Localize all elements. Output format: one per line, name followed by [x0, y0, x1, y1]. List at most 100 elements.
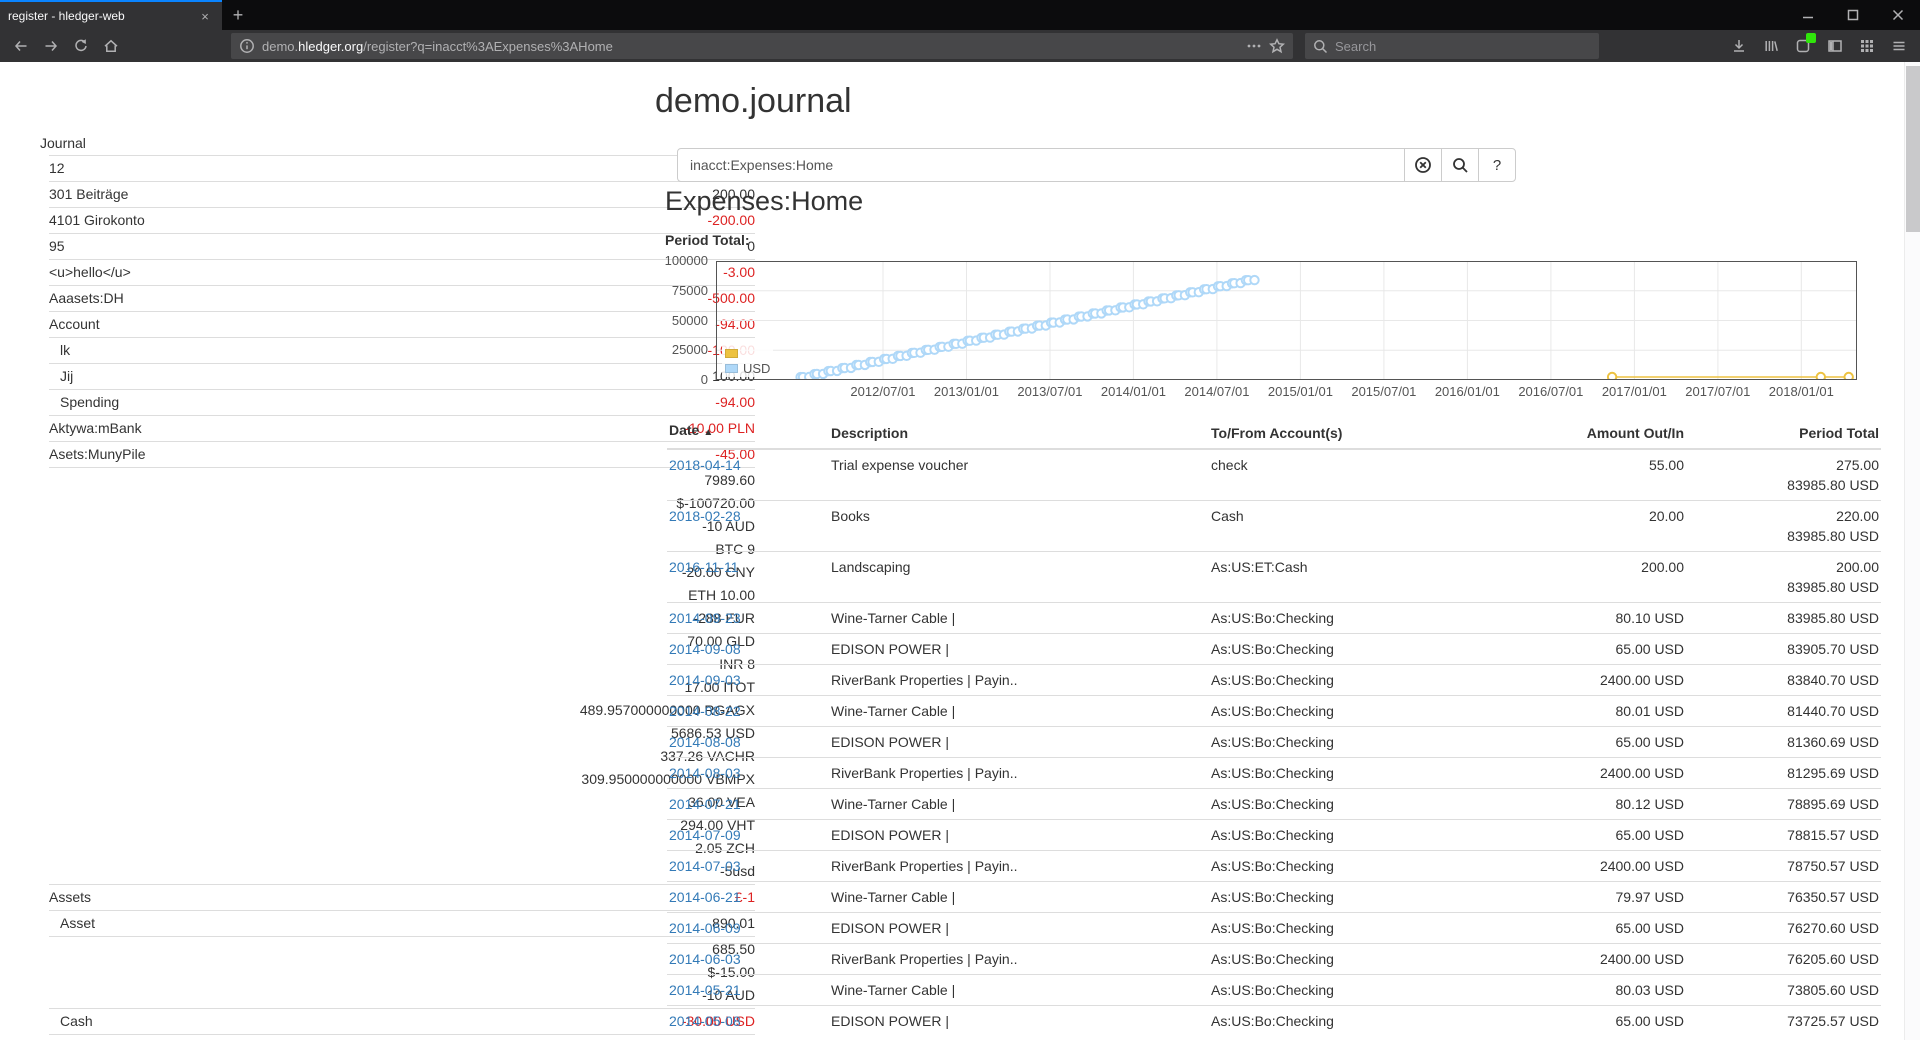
sidebar-toggle-icon[interactable]	[1821, 32, 1848, 60]
sidebar-account-link[interactable]: Assets	[49, 886, 91, 909]
account-cell: As:US:Bo:Checking	[1209, 882, 1499, 913]
column-header-date[interactable]: Date▲	[667, 415, 829, 449]
chart-x-tick: 2018/01/01	[1761, 384, 1841, 400]
page-scrollbar[interactable]	[1904, 62, 1920, 1040]
account-cell: As:US:Bo:Checking	[1209, 603, 1499, 634]
amount-cell: 2400.00 USD	[1499, 944, 1686, 975]
sidebar-account-link[interactable]: Jij	[49, 365, 73, 388]
transaction-date-link[interactable]: 2014-09-23	[669, 610, 741, 626]
balance-amount: -117.00	[709, 1036, 755, 1040]
forward-icon[interactable]	[36, 32, 66, 60]
sidebar-account-link[interactable]: <u>hello</u>	[49, 261, 131, 284]
sidebar-account-link[interactable]: Asset	[49, 912, 95, 935]
sidebar-account-link[interactable]: lk	[49, 339, 70, 362]
register-row: 2014-07-09EDISON POWER |As:US:Bo:Checkin…	[667, 820, 1881, 851]
page-actions-icon[interactable]	[1246, 38, 1262, 54]
downloads-icon[interactable]	[1725, 32, 1752, 60]
window-close-button[interactable]	[1875, 0, 1920, 30]
sidebar-account-link[interactable]: Asets:MunyPile	[49, 443, 145, 466]
sidebar-account-link[interactable]: 301 Beiträge	[49, 183, 128, 206]
transaction-date-link[interactable]: 2016-11-11	[669, 559, 739, 575]
sidebar-account-link[interactable]: 12	[49, 157, 65, 180]
chart-x-tick: 2016/01/01	[1427, 384, 1507, 400]
url-path: /register?q=inacct%3AExpenses%3AHome	[363, 39, 613, 54]
sidebar-account-link[interactable]: Aaasets:DH	[49, 287, 124, 310]
date-cell: 2014-08-08	[667, 727, 829, 758]
bookmark-star-icon[interactable]	[1269, 38, 1285, 54]
browser-search-bar[interactable]: Search	[1305, 33, 1599, 59]
transaction-date-link[interactable]: 2014-09-03	[669, 672, 741, 688]
browser-tab[interactable]: register - hledger-web ×	[0, 0, 222, 30]
reload-icon[interactable]	[66, 32, 96, 60]
transaction-date-link[interactable]: 2014-06-21	[669, 889, 741, 905]
transaction-date-link[interactable]: 2014-09-08	[669, 641, 741, 657]
transaction-date-link[interactable]: 2014-08-03	[669, 765, 741, 781]
period-total-line: 83985.80 USD	[1688, 577, 1879, 597]
amount-cell: 20.00	[1499, 501, 1686, 552]
register-row: 2014-07-03RiverBank Properties | Payin..…	[667, 851, 1881, 882]
transaction-date-link[interactable]: 2018-04-14	[669, 457, 741, 473]
transaction-date-link[interactable]: 2014-07-03	[669, 858, 741, 874]
apps-grid-icon[interactable]	[1853, 32, 1880, 60]
date-cell: 2014-06-09	[667, 913, 829, 944]
transaction-date-link[interactable]: 2014-05-21	[669, 982, 741, 998]
site-info-icon[interactable]	[239, 38, 255, 54]
account-cell: As:US:Bo:Checking	[1209, 975, 1499, 1006]
clear-query-button[interactable]	[1404, 148, 1442, 182]
chart-x-tick: 2016/07/01	[1511, 384, 1591, 400]
sidebar-account-link[interactable]: 4101 Girokonto	[49, 209, 145, 232]
transaction-date-link[interactable]: 2014-06-03	[669, 951, 741, 967]
transaction-date-link[interactable]: 2014-05-08	[669, 1013, 741, 1029]
amount-cell: 65.00 USD	[1499, 820, 1686, 851]
transaction-date-link[interactable]: 2014-07-21	[669, 796, 741, 812]
period-total-line: 83985.80 USD	[1688, 475, 1879, 495]
url-domain: hledger.org	[298, 39, 363, 54]
account-cell: As:US:Bo:Checking	[1209, 696, 1499, 727]
description-cell: EDISON POWER |	[829, 820, 1209, 851]
period-total-line: 76270.60 USD	[1688, 918, 1879, 938]
query-input[interactable]	[677, 148, 1405, 182]
tab-close-icon[interactable]: ×	[196, 7, 214, 25]
period-total-line: 78895.69 USD	[1688, 794, 1879, 814]
window-minimize-button[interactable]	[1785, 0, 1830, 30]
description-cell: RiverBank Properties | Payin..	[829, 758, 1209, 789]
transaction-date-link[interactable]: 2014-08-08	[669, 734, 741, 750]
sidebar-account-link[interactable]: Aktywa:mBank	[49, 417, 142, 440]
transaction-date-link[interactable]: 2014-08-22	[669, 703, 741, 719]
amount-cell: 80.03 USD	[1499, 975, 1686, 1006]
sidebar-account-link[interactable]: Spending	[49, 391, 119, 414]
search-icon	[1313, 39, 1328, 54]
sidebar-account-row: Assets£-1	[49, 884, 755, 910]
period-total-line: 200.00	[1688, 557, 1879, 577]
home-icon[interactable]	[96, 32, 126, 60]
transaction-date-link[interactable]: 2018-02-28	[669, 508, 741, 524]
sidebar-account-link[interactable]: 95	[49, 235, 65, 258]
sidebar-journal-link[interactable]: Journal	[40, 133, 86, 153]
new-tab-button[interactable]: +	[222, 0, 254, 30]
back-icon[interactable]	[6, 32, 36, 60]
description-cell: EDISON POWER |	[829, 634, 1209, 665]
date-cell: 2014-05-21	[667, 975, 829, 1006]
submit-search-button[interactable]	[1441, 148, 1479, 182]
url-subdomain: demo.	[262, 39, 298, 54]
register-row: 2014-09-03RiverBank Properties | Payin..…	[667, 665, 1881, 696]
amount-cell: 200.00	[1499, 552, 1686, 603]
period-total-line: 73805.60 USD	[1688, 980, 1879, 1000]
library-icon[interactable]	[1757, 32, 1784, 60]
transaction-date-link[interactable]: 2014-07-09	[669, 827, 741, 843]
description-cell: Wine-Tarner Cable |	[829, 882, 1209, 913]
transaction-date-link[interactable]: 2014-06-09	[669, 920, 741, 936]
period-total-cell: 76270.60 USD	[1686, 913, 1881, 944]
window-maximize-button[interactable]	[1830, 0, 1875, 30]
chart-y-tick: 0	[608, 372, 708, 388]
menu-icon[interactable]	[1885, 32, 1912, 60]
page-scrollbar-thumb[interactable]	[1906, 66, 1920, 232]
help-button[interactable]: ?	[1478, 148, 1516, 182]
sidebar-account-link[interactable]: Cash	[49, 1010, 93, 1033]
extension-badge	[1806, 33, 1816, 43]
sidebar-account-link[interactable]: Account	[49, 313, 100, 336]
extension-icon[interactable]	[1789, 32, 1816, 60]
register-row: 2014-07-21Wine-Tarner Cable |As:US:Bo:Ch…	[667, 789, 1881, 820]
register-row: 2014-05-21Wine-Tarner Cable |As:US:Bo:Ch…	[667, 975, 1881, 1006]
url-bar[interactable]: demo.hledger.org/register?q=inacct%3AExp…	[231, 33, 1293, 59]
